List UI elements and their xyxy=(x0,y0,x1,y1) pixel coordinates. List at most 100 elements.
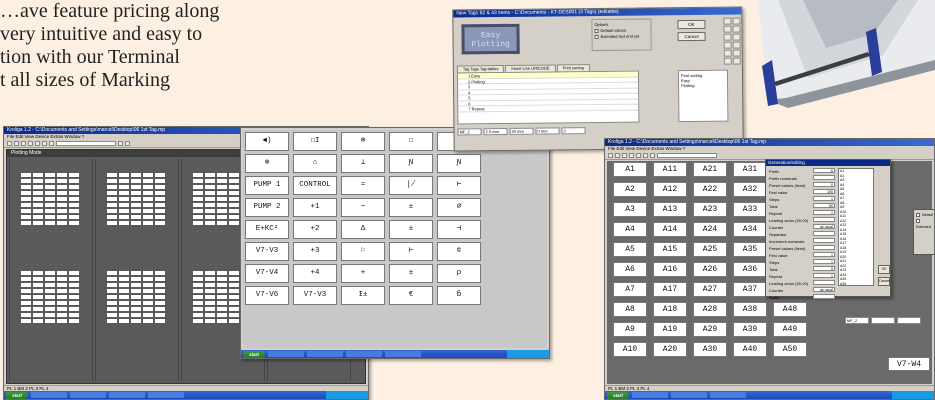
tag-label[interactable]: A9 xyxy=(613,322,647,337)
checkbox[interactable] xyxy=(594,34,599,39)
new-icon[interactable] xyxy=(608,153,613,158)
side-option[interactable]: Extended xyxy=(916,218,934,230)
tag-label[interactable]: A28 xyxy=(693,302,727,317)
start-button[interactable]: start xyxy=(6,391,28,399)
keypad-key[interactable]: +3 xyxy=(293,242,337,261)
taskbar-item[interactable] xyxy=(70,392,106,398)
tag-label[interactable]: A1 xyxy=(613,162,647,177)
font-field[interactable]: MF_2 xyxy=(845,317,869,324)
field-input[interactable]: 1 xyxy=(813,252,835,257)
checkbox[interactable] xyxy=(594,28,599,33)
tag-label[interactable]: A6 xyxy=(613,262,647,277)
taskbar-item[interactable] xyxy=(632,392,668,398)
tag-label[interactable]: A49 xyxy=(773,322,807,337)
keypad-key[interactable]: ⌂ xyxy=(293,154,337,173)
tag-label[interactable]: A33 xyxy=(733,202,767,217)
symbol-button[interactable] xyxy=(732,57,741,65)
field-input[interactable] xyxy=(813,231,835,236)
size-field[interactable] xyxy=(897,317,921,324)
taskbar-item[interactable] xyxy=(710,392,746,398)
tag-label[interactable]: A30 xyxy=(693,342,727,357)
tag-label[interactable]: A15 xyxy=(653,242,687,257)
width-field[interactable]: 30 mm xyxy=(509,127,534,135)
height-field[interactable]: 2.0 mm xyxy=(483,127,508,136)
tag-label[interactable]: A19 xyxy=(653,322,687,337)
tag-v7-w4[interactable]: V7-W4 xyxy=(888,357,930,371)
tag-lines-table[interactable]: 1 Easy 2 Plotting 3 4 5 6 7 Repeat xyxy=(456,70,640,125)
radio[interactable] xyxy=(916,213,920,218)
tag-label[interactable]: A5 xyxy=(613,242,647,257)
font-field[interactable]: MF_2 xyxy=(457,128,482,136)
keypad-key[interactable]: +2 xyxy=(293,220,337,239)
keypad-key[interactable]: CONTROL xyxy=(293,176,337,195)
symbol-button[interactable] xyxy=(732,41,741,49)
start-button[interactable]: start xyxy=(243,350,265,358)
tag-label[interactable]: A25 xyxy=(693,242,727,257)
taskbar-item[interactable] xyxy=(109,392,145,398)
tag-label[interactable]: A36 xyxy=(733,262,767,277)
field-input[interactable]: 0 xyxy=(813,182,835,187)
tag-label[interactable]: A31 xyxy=(733,162,767,177)
tag-label[interactable]: A23 xyxy=(693,202,727,217)
spacing-field[interactable]: 0 mm xyxy=(535,127,560,135)
tag-label[interactable]: A13 xyxy=(653,202,687,217)
keypad-key[interactable]: ρ xyxy=(437,264,481,283)
tag-label[interactable]: A7 xyxy=(613,282,647,297)
keypad-key[interactable]: ± xyxy=(389,264,433,283)
field-input[interactable]: 1 xyxy=(813,196,835,201)
keypad-key[interactable]: ƃ xyxy=(437,286,481,305)
tag-label[interactable]: A14 xyxy=(653,222,687,237)
tag-label[interactable]: A2 xyxy=(613,182,647,197)
symbol-button[interactable] xyxy=(723,17,732,25)
keypad-key[interactable]: ⊥ xyxy=(341,154,385,173)
field-input[interactable]: 50 xyxy=(813,203,835,208)
field-input[interactable] xyxy=(813,175,835,180)
radio[interactable] xyxy=(916,219,920,224)
symbol-button[interactable] xyxy=(723,33,732,41)
print-icon[interactable] xyxy=(629,153,634,158)
redo-icon[interactable] xyxy=(49,141,54,146)
keypad-key[interactable]: ¢ xyxy=(437,242,481,261)
taskbar-item[interactable] xyxy=(148,392,184,398)
keypad-key[interactable]: PUMP 1 xyxy=(245,176,289,195)
size-field[interactable] xyxy=(871,317,895,324)
tag-label[interactable]: A8 xyxy=(613,302,647,317)
tag-line[interactable]: 7 Repeat xyxy=(458,104,639,112)
keypad-key[interactable]: ≈ xyxy=(341,176,385,195)
tag-label[interactable]: A4 xyxy=(613,222,647,237)
keypad-key[interactable]: ∤ xyxy=(389,176,433,195)
redo-icon[interactable] xyxy=(650,153,655,158)
undo-icon[interactable] xyxy=(42,141,47,146)
symbol-button[interactable] xyxy=(732,17,741,25)
tag-label[interactable]: A20 xyxy=(653,342,687,357)
tag-label[interactable]: A39 xyxy=(733,322,767,337)
keypad-key[interactable]: ◄) xyxy=(245,132,289,151)
field-input[interactable]: 1 xyxy=(813,259,835,264)
tag-label[interactable]: A38 xyxy=(733,302,767,317)
keypad-key[interactable]: ⊕ xyxy=(341,132,385,151)
keypad-key[interactable]: PUMP 2 xyxy=(245,198,289,217)
keypad-key[interactable]: + xyxy=(341,264,385,283)
tag-label[interactable]: A18 xyxy=(653,302,687,317)
field-input[interactable] xyxy=(813,217,835,222)
print-icon[interactable] xyxy=(28,141,33,146)
tag-label[interactable]: A24 xyxy=(693,222,727,237)
keypad-key[interactable]: ⚐ xyxy=(341,242,385,261)
keypad-key[interactable]: Δ xyxy=(341,220,385,239)
open-icon[interactable] xyxy=(14,141,19,146)
tag-label[interactable]: A34 xyxy=(733,222,767,237)
start-button[interactable]: start xyxy=(607,391,629,399)
toolbar-field[interactable] xyxy=(657,153,717,158)
field-input[interactable]: A xyxy=(813,168,835,173)
tag-label[interactable]: A16 xyxy=(653,262,687,277)
keypad-key[interactable]: +1 xyxy=(293,198,337,217)
symbol-button[interactable] xyxy=(732,33,741,41)
tag-label[interactable]: A32 xyxy=(733,182,767,197)
field-input[interactable]: 100 xyxy=(813,189,835,194)
field-input[interactable] xyxy=(813,280,835,285)
keypad-key[interactable]: ± xyxy=(389,198,433,217)
symbol-button[interactable] xyxy=(732,49,741,57)
taskbar-item[interactable] xyxy=(385,351,421,357)
generated-list[interactable]: A1 A2 A3 A4 A5 A6 A7 A8 A9 A10 A11 A12 A13 A14 A15 A16 A… xyxy=(838,168,874,286)
keypad-key[interactable]: € xyxy=(389,286,433,305)
